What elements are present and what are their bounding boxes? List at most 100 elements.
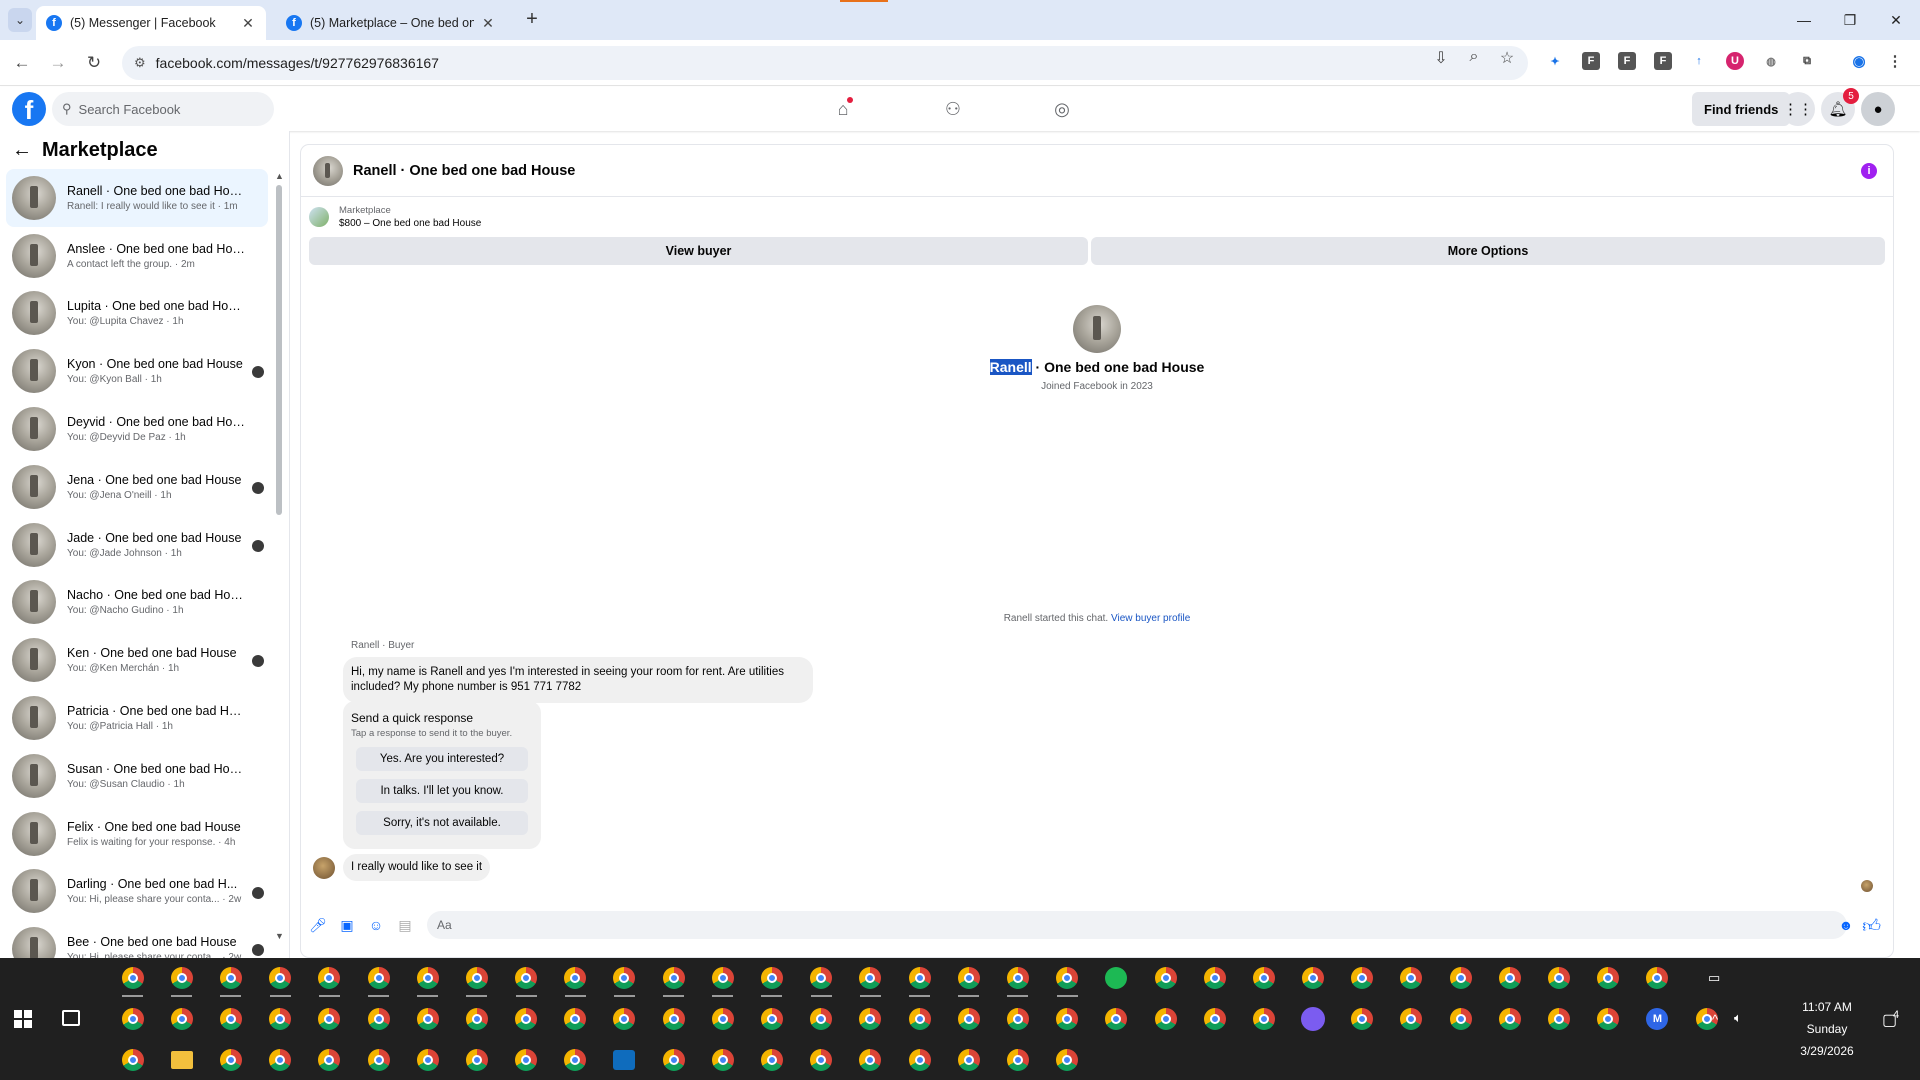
search-input[interactable]: ⚲ Search Facebook [52, 92, 274, 126]
account-avatar[interactable]: ● [1861, 92, 1895, 126]
taskbar-app-button[interactable] [305, 1040, 354, 1080]
taskbar-app-button[interactable] [1338, 958, 1387, 998]
tab-search-button[interactable]: ⌄ [8, 8, 32, 32]
taskbar-app-button[interactable] [993, 999, 1042, 1039]
taskbar-app-button[interactable] [452, 1040, 501, 1080]
message-bubble[interactable]: I really would like to see it [343, 854, 491, 881]
taskbar-app-button[interactable] [206, 1040, 255, 1080]
volume-icon[interactable]: 🔈︎ [1734, 1010, 1742, 1026]
taskbar-app-button[interactable] [1584, 958, 1633, 998]
conversation-item[interactable]: Ranell · One bed one bad House Ranell: I … [6, 169, 268, 227]
microphone-icon[interactable]: 🎤︎ [309, 916, 327, 934]
taskbar-app-button[interactable] [1043, 1040, 1092, 1080]
tray-device-icon[interactable]: ▭ [1708, 970, 1720, 986]
scrollbar-thumb[interactable] [276, 185, 282, 515]
conversation-item[interactable]: Deyvid · One bed one bad House You: @Deyv… [6, 400, 268, 458]
conversation-item[interactable]: Ken · One bed one bad House You: @Ken Mer… [6, 631, 268, 689]
taskbar-app-button[interactable] [1289, 958, 1338, 998]
quick-response-in-talks-button[interactable]: In talks. I'll let you know. [356, 779, 528, 803]
taskbar-app-button[interactable] [600, 999, 649, 1039]
taskbar-app-button[interactable] [206, 999, 255, 1039]
taskbar-app-button[interactable] [1387, 958, 1436, 998]
taskbar-app-button[interactable] [1043, 999, 1092, 1039]
conversation-item[interactable]: Darling · One bed one bad H... You: Hi, p… [6, 863, 268, 921]
taskbar-app-button[interactable] [551, 958, 600, 998]
scroll-down-icon[interactable]: ▼ [275, 931, 284, 941]
taskbar-app-button[interactable] [305, 958, 354, 998]
sidebar-scrollbar[interactable]: ▲ ▼ [275, 171, 284, 941]
extensions-icon[interactable]: ⧉ [1798, 52, 1816, 70]
facebook-logo-icon[interactable]: f [12, 92, 46, 126]
taskbar-app-button[interactable] [797, 958, 846, 998]
taskbar-app-button[interactable] [698, 958, 747, 998]
reload-button[interactable]: ↻ [80, 49, 108, 77]
conversation-item[interactable]: Felix · One bed one bad House Felix is wa… [6, 805, 268, 863]
taskbar-app-button[interactable] [1584, 999, 1633, 1039]
conversation-item[interactable]: Susan · One bed one bad House You: @Susan… [6, 747, 268, 805]
taskbar-app-button[interactable] [108, 1040, 157, 1080]
extension-u-icon[interactable]: U [1726, 52, 1744, 70]
taskbar-app-button[interactable] [108, 999, 157, 1039]
avatar[interactable] [313, 155, 343, 186]
taskbar-app-button[interactable] [895, 999, 944, 1039]
taskbar-app-button[interactable] [649, 958, 698, 998]
extension-puzzle-blue-icon[interactable]: ✦ [1546, 52, 1564, 70]
task-view-icon[interactable] [62, 1010, 80, 1026]
taskbar-app-button[interactable] [157, 999, 206, 1039]
taskbar-app-button[interactable] [846, 1040, 895, 1080]
taskbar-app-button[interactable] [551, 1040, 600, 1080]
taskbar-app-button[interactable] [1092, 999, 1141, 1039]
scroll-up-icon[interactable]: ▲ [275, 171, 284, 181]
taskbar-app-button[interactable]: M [1633, 999, 1682, 1039]
avatar[interactable] [1073, 305, 1121, 353]
taskbar-app-button[interactable] [649, 1040, 698, 1080]
friends-icon[interactable]: ⚇ [937, 93, 969, 125]
chat-title[interactable]: Ranell · One bed one bad House [353, 163, 575, 179]
groups-icon[interactable]: ◎ [1046, 93, 1078, 125]
taskbar-app-button[interactable] [1239, 958, 1288, 998]
taskbar-app-button[interactable] [108, 958, 157, 998]
find-friends-button[interactable]: Find friends [1692, 92, 1791, 126]
taskbar-app-button[interactable] [1338, 999, 1387, 1039]
extension-pin-icon[interactable]: ↑ [1690, 52, 1708, 70]
profile-icon[interactable]: ◉ [1850, 52, 1868, 70]
menu-grid-icon[interactable]: ⋮⋮ [1781, 92, 1815, 126]
emoji-icon[interactable]: ☻ [1837, 916, 1855, 934]
notifications-bell-icon[interactable]: 🔔︎ 5 [1821, 88, 1859, 126]
conversation-item[interactable]: Lupita · One bed one bad House You: @Lupi… [6, 285, 268, 343]
taskbar-app-button[interactable] [502, 958, 551, 998]
extension-f-icon[interactable]: F [1654, 52, 1672, 70]
taskbar-app-button[interactable] [895, 1040, 944, 1080]
taskbar-app-button[interactable] [944, 999, 993, 1039]
tab-messenger[interactable]: f (5) Messenger | Facebook ✕ [36, 6, 266, 40]
taskbar-app-button[interactable] [698, 999, 747, 1039]
taskbar-app-button[interactable] [698, 1040, 747, 1080]
address-bar[interactable]: ⚙ facebook.com/messages/t/92776297683616… [122, 46, 1528, 80]
taskbar-app-button[interactable] [256, 958, 305, 998]
quick-response-not-available-button[interactable]: Sorry, it's not available. [356, 811, 528, 835]
close-window-button[interactable]: ✕ [1876, 6, 1916, 34]
taskbar-app-button[interactable] [944, 1040, 993, 1080]
conversation-item[interactable]: Nacho · One bed one bad House You: @Nacho… [6, 574, 268, 632]
taskbar-app-button[interactable] [1633, 958, 1682, 998]
taskbar-app-button[interactable] [1387, 999, 1436, 1039]
message-bubble[interactable]: Hi, my name is Ranell and yes I'm intere… [343, 657, 813, 703]
view-buyer-profile-link[interactable]: View buyer profile [1111, 613, 1190, 624]
info-icon[interactable]: i [1861, 163, 1877, 179]
taskbar-app-button[interactable] [1436, 999, 1485, 1039]
taskbar-app-button[interactable] [354, 958, 403, 998]
taskbar-app-button[interactable] [993, 958, 1042, 998]
taskbar-app-button[interactable] [256, 1040, 305, 1080]
new-tab-button[interactable]: + [520, 8, 544, 32]
site-info-icon[interactable]: ⚙ [134, 55, 146, 71]
thumbs-up-icon[interactable]: 👍︎ [1862, 915, 1881, 937]
taskbar-app-button[interactable] [895, 958, 944, 998]
show-hidden-icons-icon[interactable]: ^ [1712, 1012, 1718, 1027]
close-icon[interactable]: ✕ [480, 15, 496, 32]
minimize-button[interactable]: — [1784, 6, 1824, 34]
install-app-icon[interactable]: ⇩ [1428, 48, 1454, 68]
view-buyer-button[interactable]: View buyer [309, 237, 1088, 265]
photo-icon[interactable]: ▣ [338, 916, 356, 934]
taskbar-app-button[interactable] [1141, 958, 1190, 998]
extension-f-icon[interactable]: F [1618, 52, 1636, 70]
